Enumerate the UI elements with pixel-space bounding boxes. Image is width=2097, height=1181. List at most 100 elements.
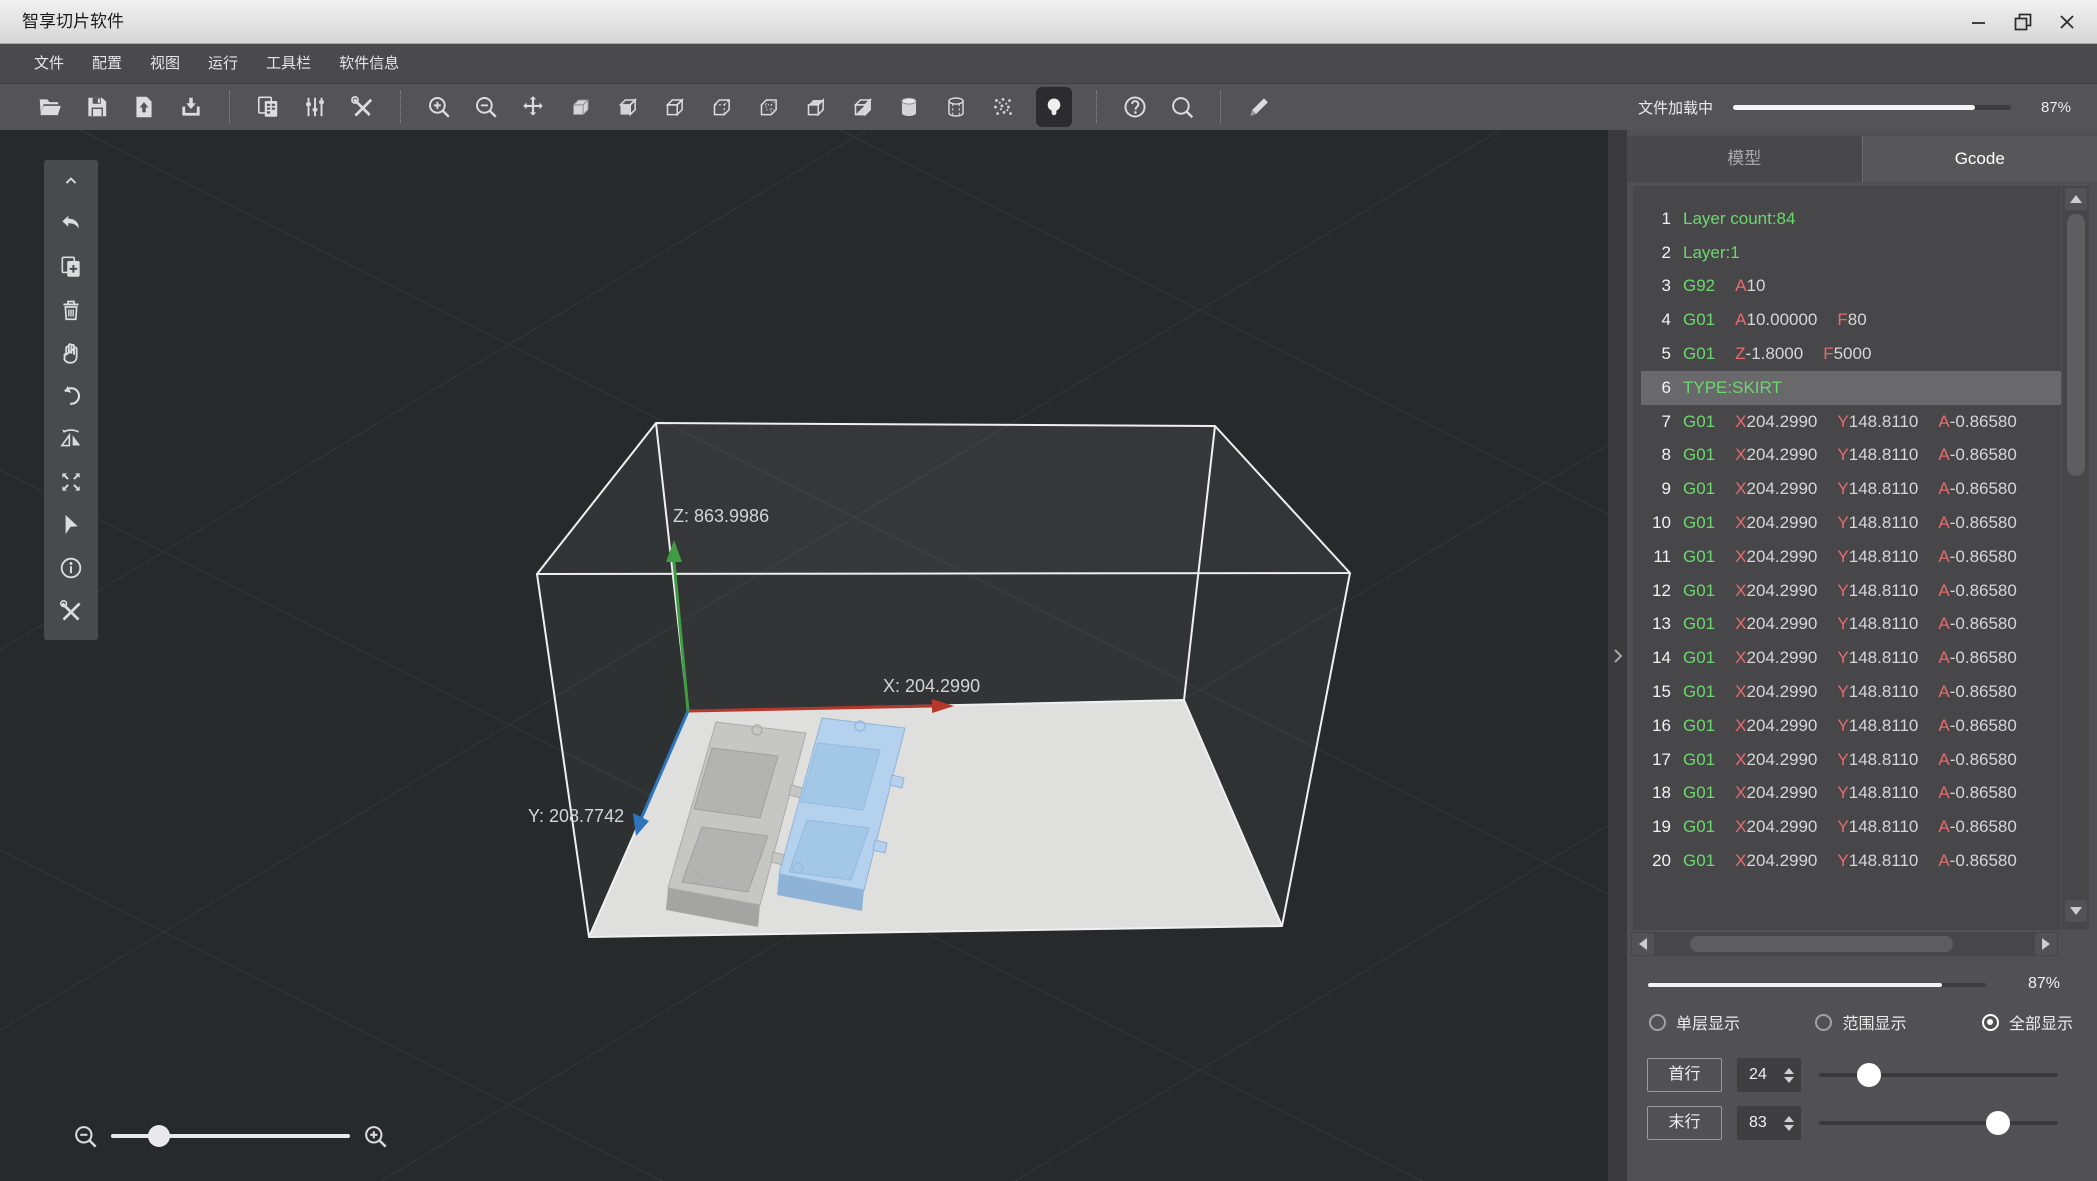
gcode-line[interactable]: 8G01X204.2990Y148.8110A-0.86580 — [1641, 439, 2061, 473]
pen-button[interactable] — [1245, 92, 1273, 122]
radio-circle-icon[interactable] — [1815, 1014, 1832, 1031]
menu-item-5[interactable]: 工具栏 — [252, 44, 325, 84]
duplicate-add-button[interactable] — [56, 254, 86, 280]
zoom-slider-track[interactable] — [111, 1134, 350, 1138]
gcode-line[interactable]: 15G01X204.2990Y148.8110A-0.86580 — [1641, 675, 2061, 709]
mirror-flip-button[interactable] — [56, 426, 86, 452]
gcode-line[interactable]: 14G01X204.2990Y148.8110A-0.86580 — [1641, 641, 2061, 675]
panel-progress-track[interactable] — [1648, 983, 1986, 987]
spinner-down-icon[interactable] — [1784, 1077, 1794, 1083]
last-line-button[interactable]: 末行 — [1647, 1106, 1722, 1140]
zoom-in-button[interactable] — [425, 92, 453, 122]
open-file-button[interactable] — [36, 92, 64, 122]
gcode-line[interactable]: 11G01X204.2990Y148.8110A-0.86580 — [1641, 540, 2061, 574]
spinner-up-icon[interactable] — [1784, 1116, 1794, 1122]
last-line-slider-track[interactable] — [1819, 1121, 2058, 1125]
gcode-line[interactable]: 17G01X204.2990Y148.8110A-0.86580 — [1641, 743, 2061, 777]
import-file-button[interactable] — [130, 92, 158, 122]
view-cube-half-button[interactable] — [848, 92, 876, 122]
tab-gcode[interactable]: Gcode — [1862, 136, 2097, 182]
radio-circle-icon[interactable] — [1982, 1014, 1999, 1031]
zoom-slider-thumb[interactable] — [148, 1125, 170, 1147]
menu-item-2[interactable]: 配置 — [78, 44, 136, 84]
zoom-out-button[interactable] — [472, 92, 500, 122]
first-line-slider-thumb[interactable] — [1857, 1063, 1881, 1087]
close-button[interactable] — [2045, 0, 2089, 44]
radio-display-mode-3[interactable]: 全部显示 — [1982, 1010, 2073, 1034]
export-file-button[interactable] — [177, 92, 205, 122]
scroll-left-button[interactable] — [1632, 933, 1654, 955]
gcode-line[interactable]: 2Layer:1 — [1641, 236, 2061, 270]
first-line-slider[interactable] — [1819, 1058, 2058, 1092]
gcode-line[interactable]: 3G92A10 — [1641, 270, 2061, 304]
save-file-button[interactable] — [83, 92, 111, 122]
light-bulb-button[interactable] — [1036, 87, 1072, 127]
gcode-line[interactable]: 13G01X204.2990Y148.8110A-0.86580 — [1641, 608, 2061, 642]
hand-pan-button[interactable] — [56, 340, 86, 366]
view-cube-dotted-button[interactable] — [754, 92, 782, 122]
scroll-down-button[interactable] — [2065, 900, 2087, 922]
menu-item-6[interactable]: 软件信息 — [325, 44, 413, 84]
fit-view-button[interactable] — [56, 469, 86, 495]
zoom-slider[interactable] — [111, 1122, 350, 1150]
gcode-line[interactable]: 5G01Z-1.8000F5000 — [1641, 337, 2061, 371]
radio-display-mode-2[interactable]: 范围显示 — [1815, 1010, 1906, 1034]
gcode-line[interactable]: 6TYPE:SKIRT — [1641, 371, 2061, 405]
view-cylinder-button[interactable] — [895, 92, 923, 122]
view-cube-wire-button[interactable] — [660, 92, 688, 122]
last-line-slider[interactable] — [1819, 1106, 2058, 1140]
repair-tools-button[interactable] — [56, 598, 86, 624]
view-cube-solid-button[interactable] — [566, 92, 594, 122]
gcode-line[interactable]: 12G01X204.2990Y148.8110A-0.86580 — [1641, 574, 2061, 608]
gcode-horizontal-scrollbar[interactable] — [1631, 932, 2058, 956]
first-line-button[interactable]: 首行 — [1647, 1058, 1722, 1092]
radio-circle-icon[interactable] — [1649, 1014, 1666, 1031]
view-points-button[interactable] — [989, 92, 1017, 122]
panel-collapse-handle[interactable] — [1608, 130, 1627, 1181]
gcode-line[interactable]: 1Layer count:84 — [1641, 202, 2061, 236]
scroll-right-button[interactable] — [2035, 933, 2057, 955]
gcode-line[interactable]: 9G01X204.2990Y148.8110A-0.86580 — [1641, 472, 2061, 506]
zoom-in-icon[interactable] — [362, 1123, 389, 1150]
view-cylinder-wire-button[interactable] — [942, 92, 970, 122]
menu-item-1[interactable]: 文件 — [20, 44, 78, 84]
zoom-out-icon[interactable] — [72, 1123, 99, 1150]
gcode-line[interactable]: 19G01X204.2990Y148.8110A-0.86580 — [1641, 810, 2061, 844]
spinner-down-icon[interactable] — [1784, 1125, 1794, 1131]
gcode-line[interactable]: 10G01X204.2990Y148.8110A-0.86580 — [1641, 506, 2061, 540]
trash-button[interactable] — [56, 297, 86, 323]
spinner-arrows[interactable] — [1784, 1058, 1794, 1092]
gcode-line[interactable]: 20G01X204.2990Y148.8110A-0.86580 — [1641, 844, 2061, 878]
tools-button[interactable] — [348, 92, 376, 122]
last-line-spinner[interactable]: 83 — [1737, 1106, 1801, 1140]
radio-display-mode-1[interactable]: 单层显示 — [1649, 1010, 1740, 1034]
view-cube-left-button[interactable] — [613, 92, 641, 122]
gcode-line[interactable]: 7G01X204.2990Y148.8110A-0.86580 — [1641, 405, 2061, 439]
first-line-slider-track[interactable] — [1819, 1073, 2058, 1077]
info-button[interactable] — [56, 555, 86, 581]
menu-item-3[interactable]: 视图 — [136, 44, 194, 84]
viewport-3d[interactable]: Z: 863.9986 X: 204.2990 Y: 208.7742 — [0, 130, 1608, 1181]
gcode-line[interactable]: 18G01X204.2990Y148.8110A-0.86580 — [1641, 777, 2061, 811]
view-cube-open-button[interactable] — [801, 92, 829, 122]
undo-button[interactable] — [56, 211, 86, 237]
help-button[interactable] — [1121, 92, 1149, 122]
adjust-sliders-button[interactable] — [301, 92, 329, 122]
view-cube-dashed-button[interactable] — [707, 92, 735, 122]
gcode-line[interactable]: 4G01A10.00000F80 — [1641, 303, 2061, 337]
spinner-arrows[interactable] — [1784, 1106, 1794, 1140]
chevron-up-button[interactable] — [56, 168, 86, 194]
move-button[interactable] — [519, 92, 547, 122]
scroll-up-button[interactable] — [2065, 188, 2087, 210]
rotate-ccw-button[interactable] — [56, 383, 86, 409]
minimize-button[interactable] — [1957, 0, 2001, 44]
first-line-spinner[interactable]: 24 — [1737, 1058, 1801, 1092]
spinner-up-icon[interactable] — [1784, 1068, 1794, 1074]
menu-item-4[interactable]: 运行 — [194, 44, 252, 84]
last-line-slider-thumb[interactable] — [1986, 1111, 2010, 1135]
gcode-vertical-scrollbar[interactable] — [2061, 186, 2089, 930]
restore-button[interactable] — [2001, 0, 2045, 44]
gcode-line[interactable]: 16G01X204.2990Y148.8110A-0.86580 — [1641, 709, 2061, 743]
duplicate-button[interactable] — [254, 92, 282, 122]
horizontal-scroll-thumb[interactable] — [1690, 936, 1953, 952]
